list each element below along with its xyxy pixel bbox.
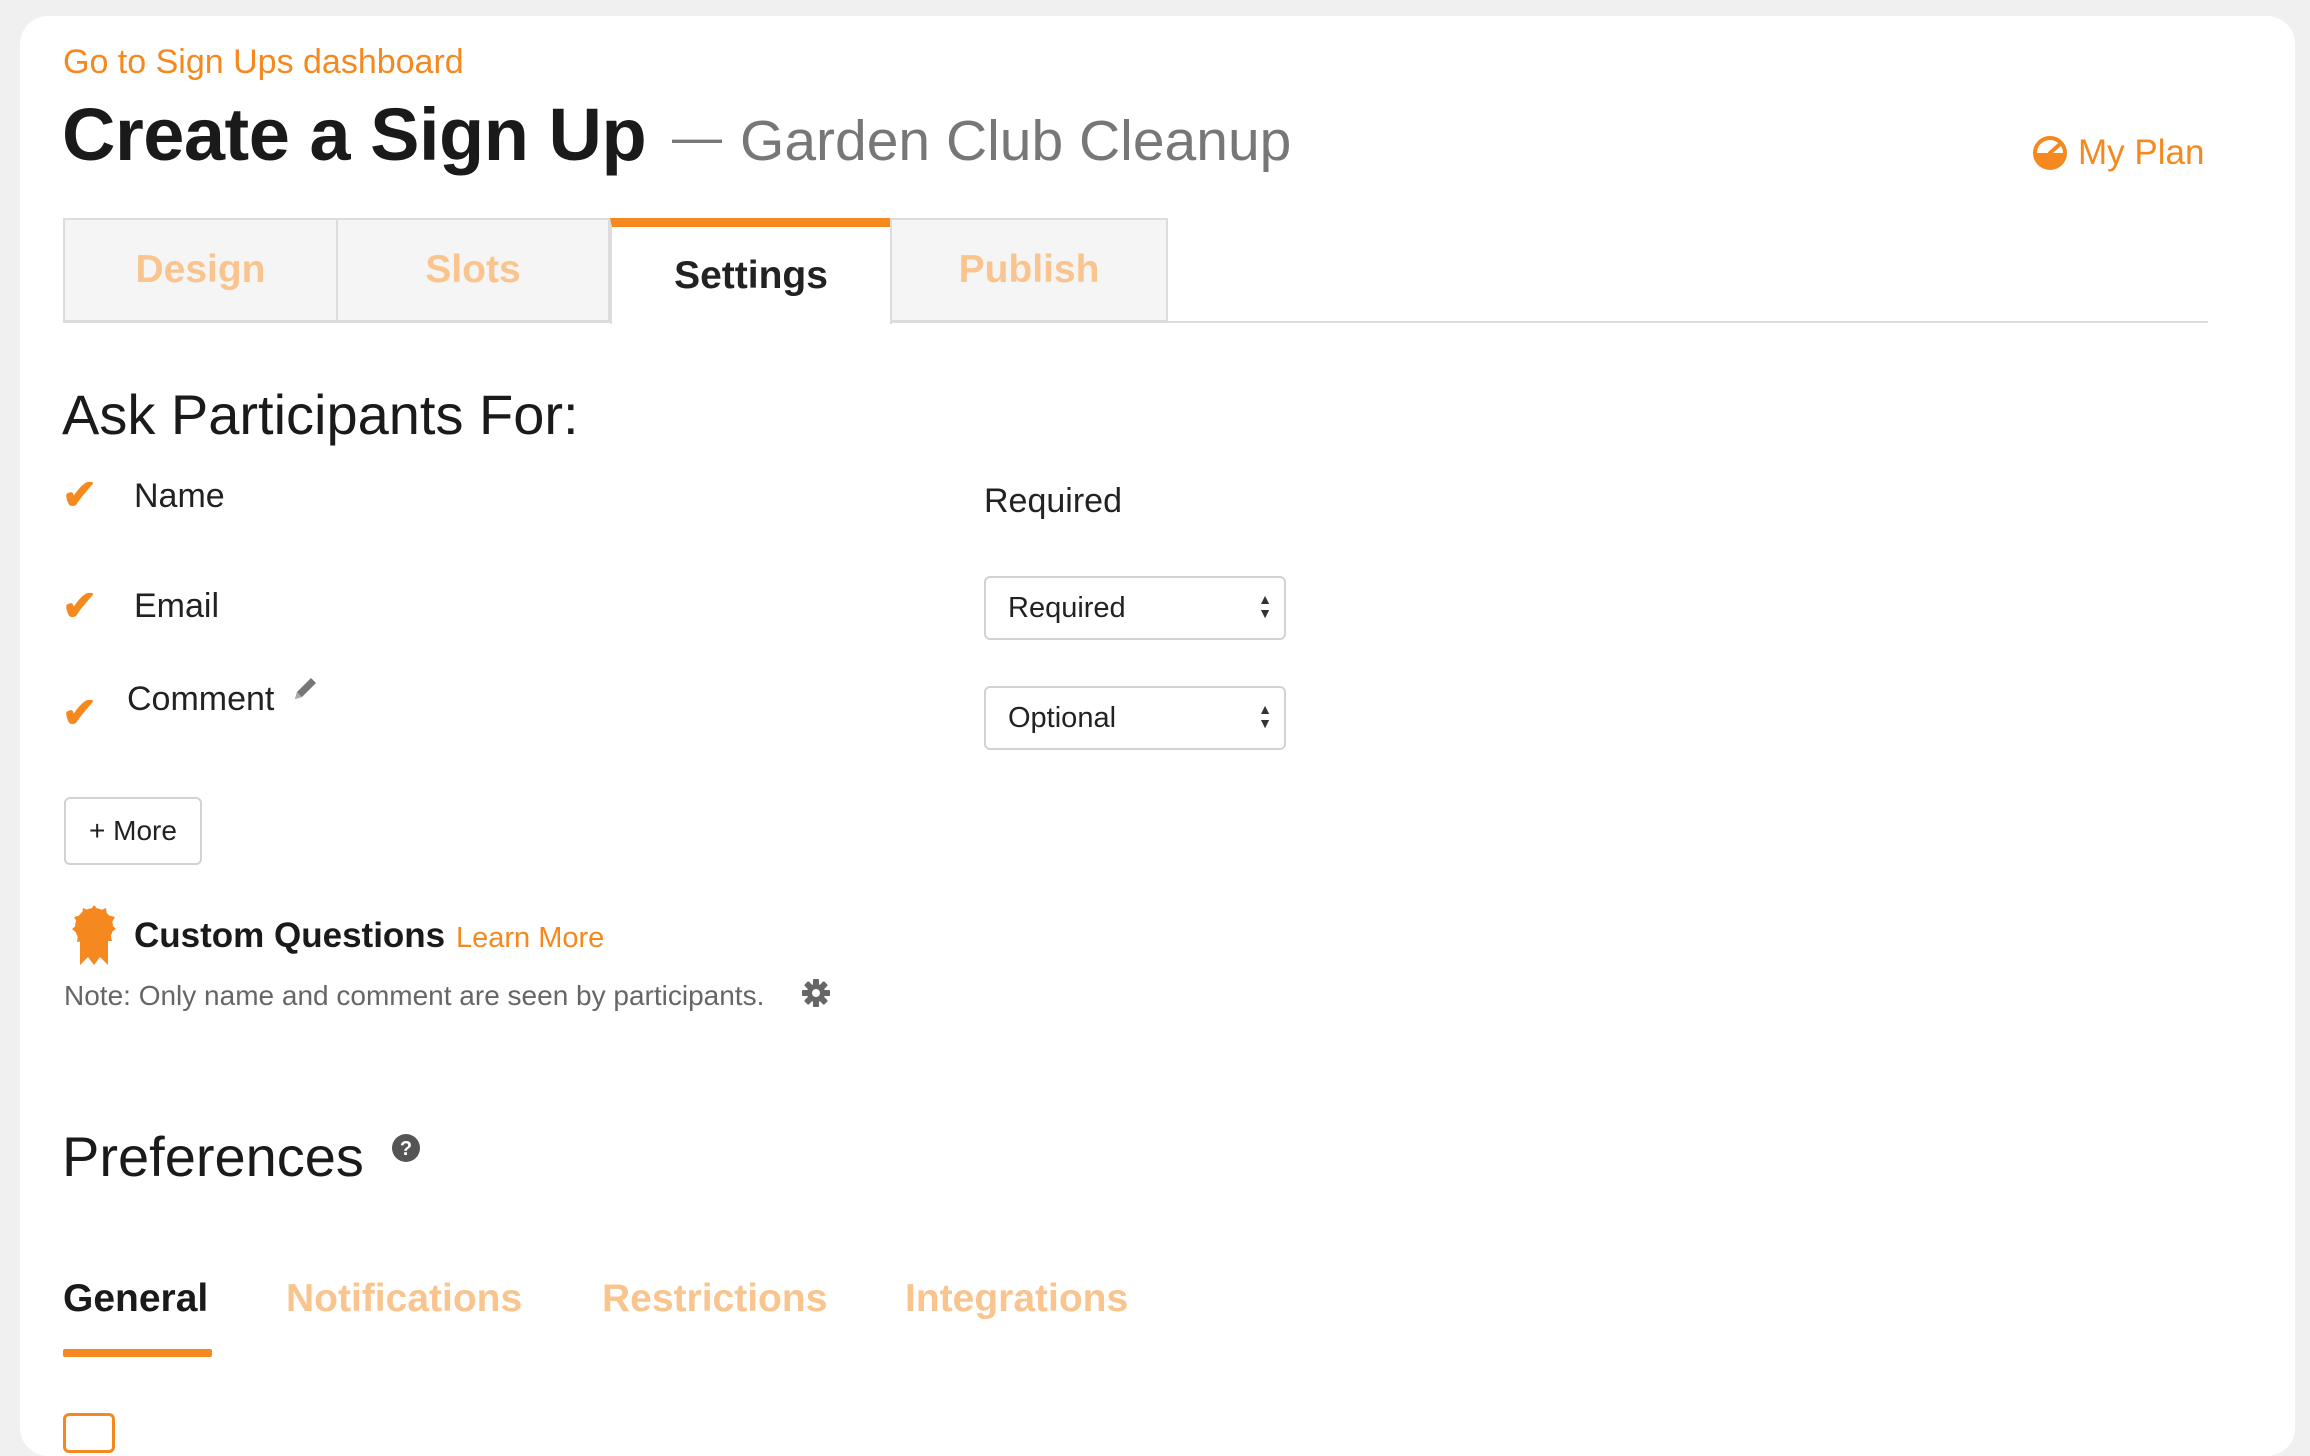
- svg-text:?: ?: [400, 1138, 412, 1160]
- subtab-general[interactable]: General: [63, 1277, 208, 1321]
- question-circle-icon[interactable]: ?: [391, 1133, 421, 1168]
- gear-icon[interactable]: [801, 978, 831, 1013]
- tab-slots[interactable]: Slots: [336, 218, 610, 322]
- comment-requirement-value: Optional: [1008, 701, 1117, 734]
- preference-checkbox[interactable]: [63, 1413, 115, 1453]
- field-comment-label: Comment: [127, 680, 275, 718]
- email-requirement-value: Required: [1008, 591, 1126, 624]
- event-name: Garden Club Cleanup: [740, 109, 1292, 173]
- tab-publish[interactable]: Publish: [890, 218, 1168, 322]
- add-more-fields-button[interactable]: + More: [64, 797, 202, 865]
- my-plan-label: My Plan: [2078, 133, 2205, 172]
- select-arrows-icon: ▲ ▼: [1258, 701, 1272, 731]
- checkmark-icon[interactable]: ✔: [62, 474, 97, 516]
- award-ribbon-icon: [70, 905, 118, 970]
- my-plan-link[interactable]: My Plan: [2032, 133, 2204, 173]
- custom-questions-heading: Custom Questions: [134, 916, 446, 955]
- page-title: Create a Sign Up: [62, 93, 647, 176]
- name-requirement: Required: [984, 482, 1122, 520]
- tab-design[interactable]: Design: [63, 218, 338, 322]
- subtab-restrictions[interactable]: Restrictions: [602, 1277, 827, 1321]
- title-separator: —: [672, 109, 722, 165]
- subtab-integrations[interactable]: Integrations: [905, 1277, 1128, 1321]
- pencil-icon[interactable]: [290, 674, 320, 709]
- participants-note: Note: Only name and comment are seen by …: [64, 980, 765, 1011]
- subtab-notifications[interactable]: Notifications: [286, 1277, 522, 1321]
- field-name-label: Name: [134, 477, 225, 515]
- gauge-icon: [2033, 136, 2067, 170]
- active-subtab-indicator: [63, 1349, 212, 1357]
- email-requirement-select[interactable]: Required ▲ ▼: [984, 576, 1286, 640]
- ask-participants-heading: Ask Participants For:: [62, 383, 579, 446]
- preferences-heading: Preferences: [62, 1125, 364, 1188]
- field-email-label: Email: [134, 587, 220, 625]
- select-arrows-icon: ▲ ▼: [1258, 591, 1272, 621]
- checkmark-icon[interactable]: ✔: [62, 585, 97, 627]
- checkmark-icon[interactable]: ✔: [62, 692, 97, 734]
- comment-requirement-select[interactable]: Optional ▲ ▼: [984, 686, 1286, 750]
- tab-settings[interactable]: Settings: [610, 218, 892, 324]
- back-to-dashboard-link[interactable]: Go to Sign Ups dashboard: [63, 43, 464, 82]
- learn-more-link[interactable]: Learn More: [456, 922, 604, 955]
